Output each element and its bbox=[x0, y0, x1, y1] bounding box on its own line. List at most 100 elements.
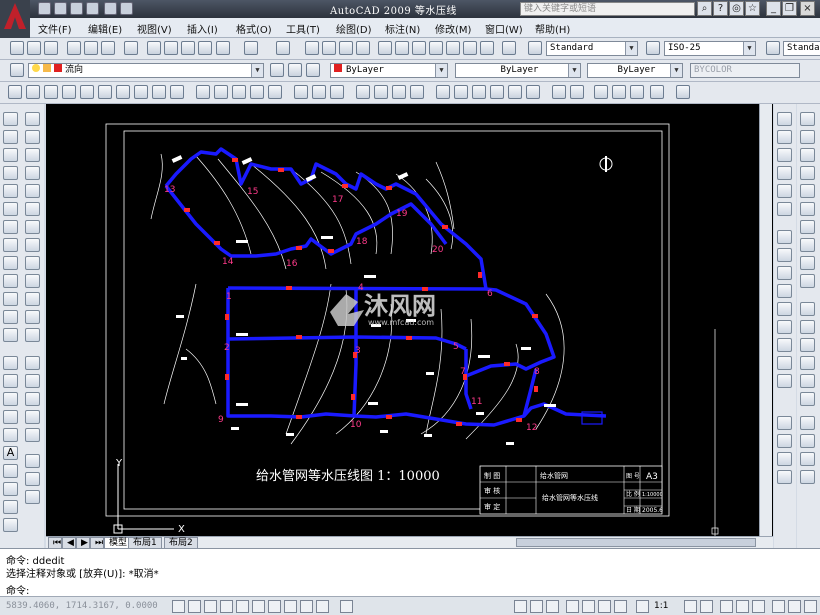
showmotion-icon[interactable] bbox=[614, 600, 627, 613]
polygon-icon[interactable] bbox=[3, 166, 18, 180]
revolve-icon[interactable] bbox=[250, 85, 264, 99]
exchange-icon[interactable]: ◎ bbox=[729, 1, 744, 16]
dimension-space-icon[interactable] bbox=[25, 310, 40, 324]
arc-length-icon[interactable] bbox=[25, 148, 40, 162]
steering-wheel-icon[interactable] bbox=[3, 518, 18, 532]
mirror-icon[interactable] bbox=[777, 148, 792, 162]
offset-2-icon[interactable] bbox=[800, 166, 815, 180]
polyline-icon[interactable] bbox=[3, 148, 18, 162]
extend-2-icon[interactable] bbox=[800, 302, 815, 316]
3d-align-icon[interactable] bbox=[392, 85, 406, 99]
status-menu-icon[interactable] bbox=[788, 600, 801, 613]
text-style-select[interactable]: Standard ▼ bbox=[546, 41, 638, 56]
move-icon[interactable] bbox=[777, 202, 792, 216]
radius-icon[interactable] bbox=[25, 184, 40, 198]
erase-icon[interactable] bbox=[777, 112, 792, 126]
sphere-icon[interactable] bbox=[80, 85, 94, 99]
cone-icon[interactable] bbox=[62, 85, 76, 99]
model-toggle-icon[interactable] bbox=[514, 600, 527, 613]
helix-icon[interactable] bbox=[152, 85, 166, 99]
open-file-icon[interactable] bbox=[54, 2, 67, 15]
steering-wheel-status-icon[interactable] bbox=[598, 600, 611, 613]
break-2-icon[interactable] bbox=[800, 320, 815, 334]
status-tray-icon[interactable] bbox=[752, 600, 765, 613]
3d-rotate-icon[interactable] bbox=[374, 85, 388, 99]
fillet-2-icon[interactable] bbox=[800, 374, 815, 388]
wedge-icon[interactable] bbox=[44, 85, 58, 99]
menu-file[interactable]: 文件(F) bbox=[38, 21, 72, 36]
pan-status-icon[interactable] bbox=[566, 600, 579, 613]
se-iso-icon[interactable] bbox=[570, 85, 584, 99]
layer-states-icon[interactable] bbox=[306, 63, 320, 77]
draworder-back-icon[interactable] bbox=[777, 434, 792, 448]
center-mark-icon[interactable] bbox=[25, 374, 40, 388]
planar-surface-icon[interactable] bbox=[170, 85, 184, 99]
model-space-icon[interactable] bbox=[340, 600, 353, 613]
mirror-2-icon[interactable] bbox=[800, 148, 815, 162]
draworder-below-icon[interactable] bbox=[777, 470, 792, 484]
redo-icon[interactable] bbox=[120, 2, 133, 15]
new-file-icon[interactable] bbox=[38, 2, 51, 15]
minimize-button[interactable]: _ bbox=[766, 1, 781, 16]
zoom-previous-icon[interactable] bbox=[356, 41, 370, 55]
inspection-icon[interactable] bbox=[25, 392, 40, 406]
ellipse-arc-icon[interactable] bbox=[3, 292, 18, 306]
markup-icon[interactable] bbox=[446, 41, 460, 55]
make-current-layer-icon[interactable] bbox=[270, 63, 284, 77]
favorites-icon[interactable]: ☆ bbox=[745, 1, 760, 16]
layer-select[interactable]: 流向 ▼ bbox=[28, 63, 264, 78]
zoom-icon[interactable] bbox=[3, 482, 18, 496]
ellipse-icon[interactable] bbox=[3, 274, 18, 288]
scale-icon[interactable] bbox=[777, 248, 792, 262]
offset-icon[interactable] bbox=[777, 166, 792, 180]
new-icon[interactable] bbox=[10, 41, 24, 55]
linear-dimension-icon[interactable] bbox=[25, 112, 40, 126]
grid-display-icon[interactable] bbox=[188, 600, 201, 613]
chamfer-2-icon[interactable] bbox=[800, 356, 815, 370]
polysolid-icon[interactable] bbox=[8, 85, 22, 99]
circle-icon[interactable] bbox=[3, 220, 18, 234]
save-icon[interactable] bbox=[44, 41, 58, 55]
table-icon[interactable] bbox=[3, 428, 18, 442]
nw-iso-icon[interactable] bbox=[612, 85, 626, 99]
menu-draw[interactable]: 绘图(D) bbox=[336, 21, 372, 36]
stretch-icon[interactable] bbox=[777, 266, 792, 280]
publish-icon[interactable] bbox=[101, 41, 115, 55]
chamfer-icon[interactable] bbox=[777, 356, 792, 370]
redo-icon[interactable] bbox=[276, 41, 290, 55]
copy-icon[interactable] bbox=[164, 41, 178, 55]
diameter-icon[interactable] bbox=[25, 220, 40, 234]
layer-previous-icon[interactable] bbox=[288, 63, 302, 77]
multiline-text-icon[interactable]: A bbox=[3, 446, 18, 460]
move-2-icon[interactable] bbox=[800, 202, 815, 216]
lock-icon[interactable] bbox=[736, 600, 749, 613]
aligned-dimension-icon[interactable] bbox=[25, 130, 40, 144]
plot-preview-icon[interactable] bbox=[84, 41, 98, 55]
print-icon[interactable] bbox=[86, 2, 99, 15]
revision-cloud-icon[interactable] bbox=[3, 238, 18, 252]
quick-view-layouts-icon[interactable] bbox=[530, 600, 543, 613]
explode-icon[interactable] bbox=[800, 392, 815, 406]
table-style-icon[interactable] bbox=[766, 41, 780, 55]
horizontal-scroll-thumb[interactable] bbox=[516, 538, 756, 547]
ungroup-icon[interactable] bbox=[800, 434, 815, 448]
block-editor-icon[interactable] bbox=[216, 41, 230, 55]
help-icon[interactable]: ? bbox=[713, 1, 728, 16]
draworder-front-icon[interactable] bbox=[777, 416, 792, 430]
layer-isolate-icon[interactable] bbox=[800, 470, 815, 484]
object-snap-icon[interactable] bbox=[236, 600, 249, 613]
search-input[interactable]: 键入关键字或短语 bbox=[520, 2, 695, 16]
dimension-break-icon[interactable] bbox=[25, 328, 40, 342]
command-window[interactable]: 命令: ddedit 选择注释对象或 [放弃(U)]: *取消* 命令: bbox=[0, 548, 820, 597]
dynamic-input-icon[interactable] bbox=[284, 600, 297, 613]
calculator-icon[interactable] bbox=[480, 41, 494, 55]
table-style-select[interactable]: Standar bbox=[783, 41, 820, 56]
rotate-icon[interactable] bbox=[777, 230, 792, 244]
construction-line-icon[interactable] bbox=[3, 130, 18, 144]
polar-tracking-icon[interactable] bbox=[220, 600, 233, 613]
pan-icon[interactable] bbox=[305, 41, 319, 55]
quick-view-drawings-icon[interactable] bbox=[546, 600, 559, 613]
intersect-icon[interactable] bbox=[330, 85, 344, 99]
back-view-icon[interactable] bbox=[526, 85, 540, 99]
orbit-icon[interactable] bbox=[3, 500, 18, 514]
